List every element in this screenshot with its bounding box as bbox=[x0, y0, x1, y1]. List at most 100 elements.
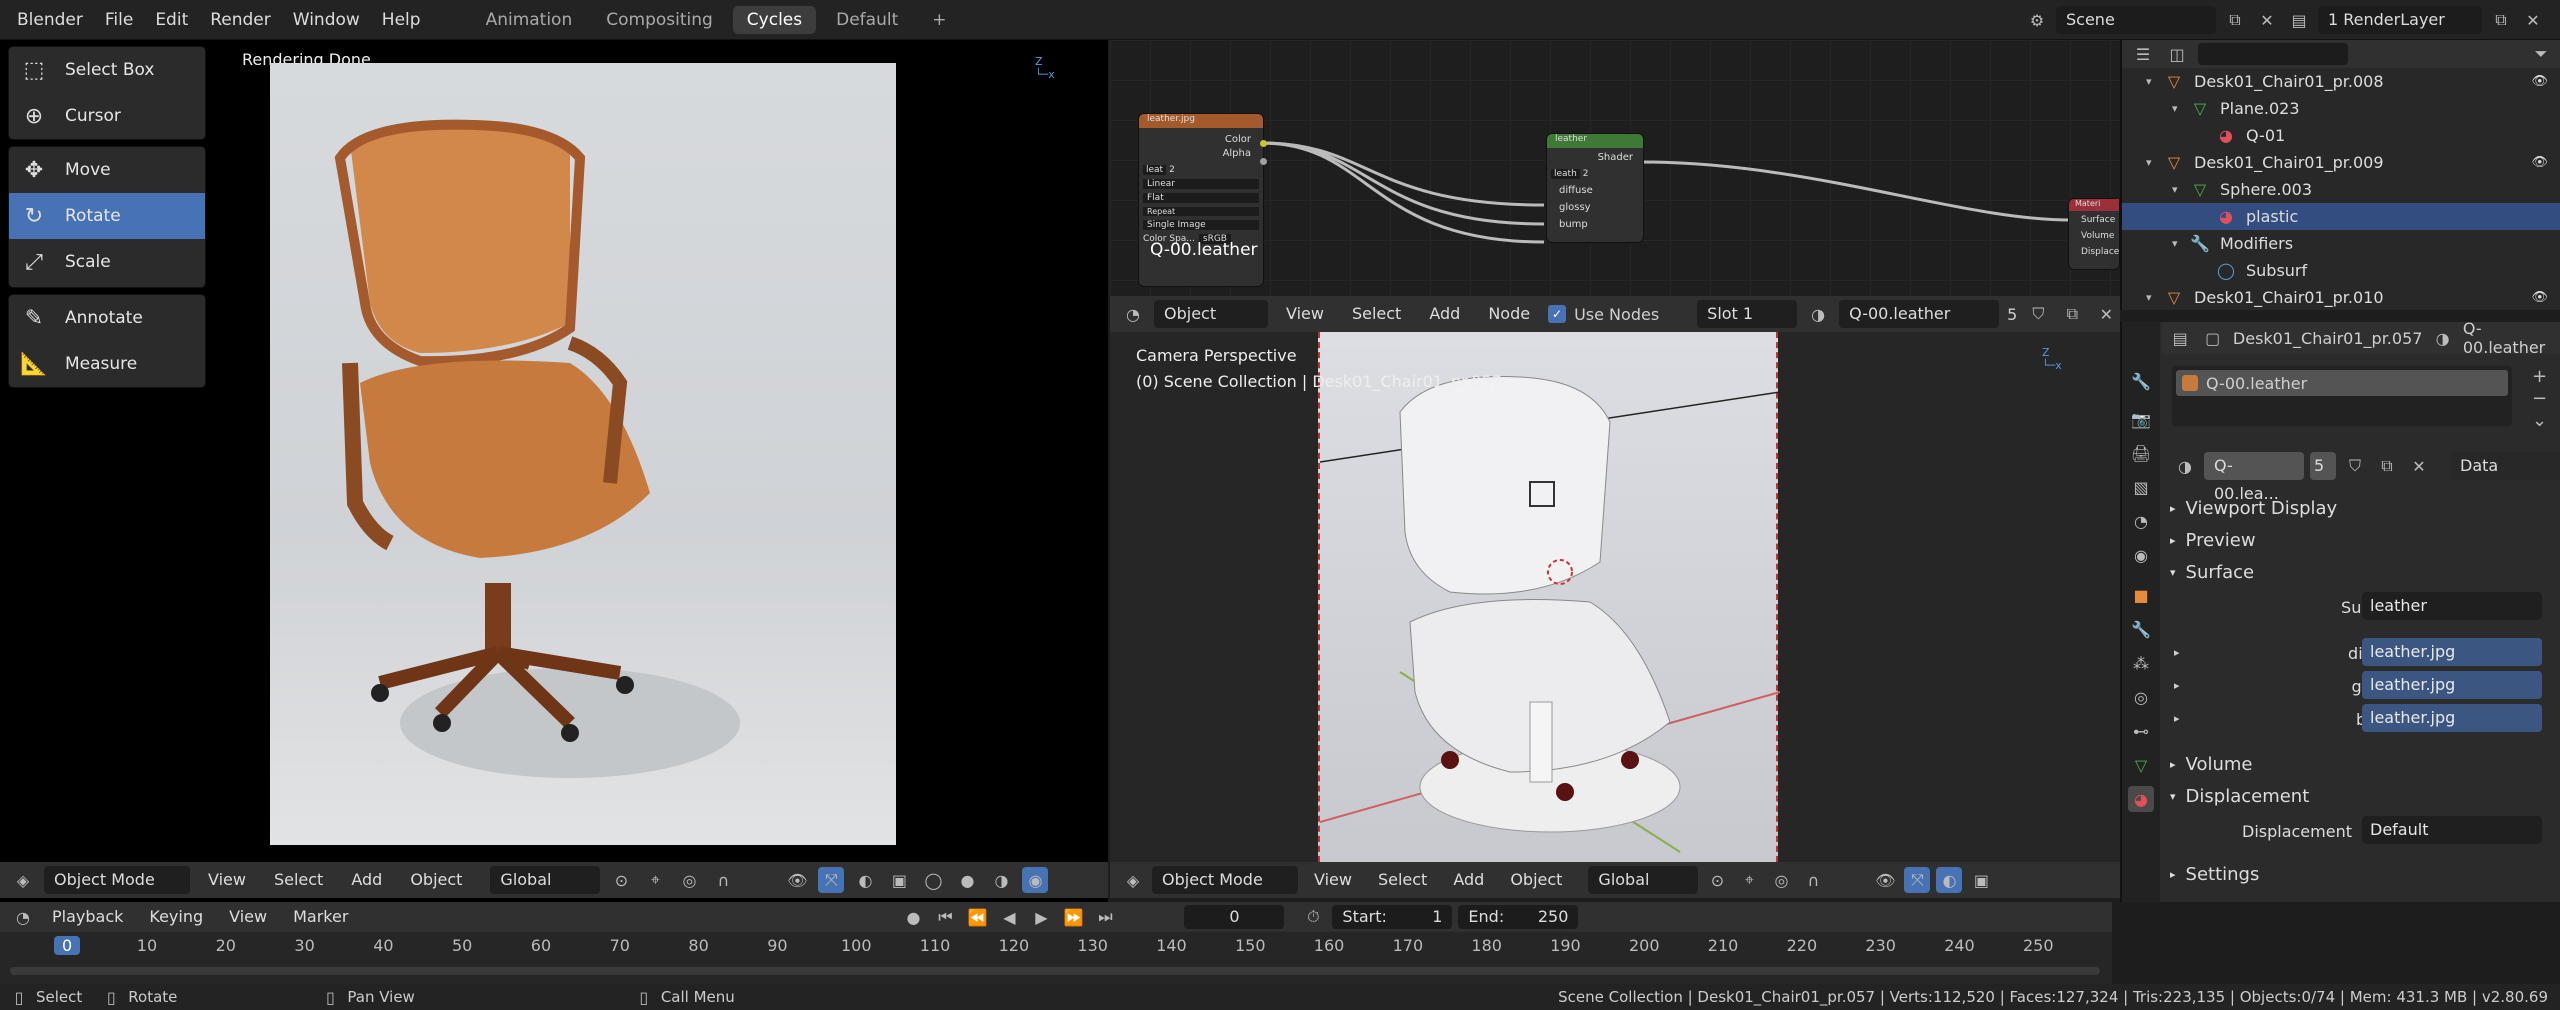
vp-falloff-icon[interactable]: ∩ bbox=[1800, 867, 1826, 893]
vp-visibility-icon[interactable]: 👁 bbox=[1872, 867, 1898, 893]
next-key-icon[interactable]: ⏩ bbox=[1060, 904, 1086, 930]
node-editor-type-icon[interactable]: ◔ bbox=[1120, 301, 1146, 327]
shading-solid-icon[interactable]: ● bbox=[954, 867, 980, 893]
node-menu-node[interactable]: Node bbox=[1478, 300, 1540, 328]
left-mode-dropdown[interactable]: Object Mode bbox=[44, 866, 190, 894]
editor-type-icon[interactable]: ◈ bbox=[10, 867, 36, 893]
vp-xray-icon[interactable]: ▣ bbox=[1968, 867, 1994, 893]
xray-icon[interactable]: ▣ bbox=[886, 867, 912, 893]
play-reverse-icon[interactable]: ◀ bbox=[996, 904, 1022, 930]
visibility-eye-icon[interactable]: 👁 bbox=[2531, 74, 2548, 89]
diffuse-field[interactable]: leather.jpg bbox=[2362, 638, 2542, 666]
image-name-field[interactable]: leat bbox=[1143, 165, 1167, 175]
expand-arrow-icon[interactable]: ▾ bbox=[2146, 156, 2162, 169]
duplicate-material-icon[interactable]: ⧉ bbox=[2059, 301, 2085, 327]
menu-render[interactable]: Render bbox=[199, 10, 282, 30]
remove-slot-button[interactable]: − bbox=[2532, 388, 2547, 410]
alpha-socket[interactable] bbox=[1260, 158, 1267, 165]
tool-scale[interactable]: ⤢ Scale bbox=[9, 239, 205, 285]
visibility-icon[interactable]: 👁 bbox=[784, 867, 810, 893]
outliner-row[interactable]: ◕ Q-01 bbox=[2122, 122, 2560, 149]
copy-scene-icon[interactable]: ⧉ bbox=[2222, 7, 2248, 33]
world-tab-icon[interactable]: ◉ bbox=[2128, 542, 2154, 568]
vp-snap-icon[interactable]: ⌖ bbox=[1736, 867, 1762, 893]
scene-tab-icon[interactable]: ◔ bbox=[2128, 508, 2154, 534]
outliner-row[interactable]: ▾ ▽ Plane.023 bbox=[2122, 95, 2560, 122]
view-layer-tab-icon[interactable]: ▧ bbox=[2128, 474, 2154, 500]
close-layer-icon[interactable]: ✕ bbox=[2520, 7, 2546, 33]
filter-icon[interactable]: ⏷ bbox=[2528, 41, 2554, 67]
renderlayer-field[interactable]: 1 RenderLayer bbox=[2318, 6, 2482, 34]
unlink-material-icon[interactable]: ✕ bbox=[2093, 301, 2119, 327]
expand-arrow-icon[interactable]: ▾ bbox=[2172, 102, 2188, 115]
menu-file[interactable]: File bbox=[94, 10, 144, 30]
material-slot-item[interactable]: Q-00.leather bbox=[2176, 370, 2508, 396]
start-frame-field[interactable]: Start: 1 bbox=[1332, 905, 1453, 929]
visibility-eye-icon[interactable]: 👁 bbox=[2531, 290, 2548, 305]
play-icon[interactable]: ▶ bbox=[1028, 904, 1054, 930]
node-menu-add[interactable]: Add bbox=[1419, 300, 1470, 328]
copy-layer-icon[interactable]: ⧉ bbox=[2488, 7, 2514, 33]
outliner-row[interactable]: ▾ ▽ Desk01_Chair01_pr.008 👁 bbox=[2122, 68, 2560, 95]
proportional-icon[interactable]: ◎ bbox=[676, 867, 702, 893]
displacement-method-dropdown[interactable]: Default bbox=[2362, 816, 2542, 844]
outliner-display-icon[interactable]: ◫ bbox=[2164, 41, 2190, 67]
tab-default[interactable]: Default bbox=[822, 6, 912, 34]
timeline-menu-view[interactable]: View bbox=[219, 903, 277, 931]
close-scene-icon[interactable]: ✕ bbox=[2254, 7, 2280, 33]
material-output-node[interactable]: Materi Surface Volume Displace bbox=[2068, 198, 2120, 270]
timeline-menu-marker[interactable]: Marker bbox=[283, 903, 358, 931]
bump-expand-icon[interactable]: ▸ bbox=[2174, 712, 2180, 725]
left-orientation-dropdown[interactable]: Global bbox=[490, 866, 601, 894]
props-editor-icon[interactable]: ▤ bbox=[2168, 325, 2192, 351]
overlay-icon[interactable]: ◐ bbox=[852, 867, 878, 893]
vp-editor-type-icon[interactable]: ◈ bbox=[1120, 867, 1146, 893]
vp-menu-add[interactable]: Add bbox=[1443, 866, 1494, 894]
add-workspace-button[interactable]: + bbox=[918, 6, 960, 34]
glossy-expand-icon[interactable]: ▸ bbox=[2174, 679, 2180, 692]
render-tab-icon[interactable]: 📷 bbox=[2128, 406, 2154, 432]
props-duplicate-icon[interactable]: ⧉ bbox=[2374, 453, 2400, 479]
shading-material-icon[interactable]: ◑ bbox=[988, 867, 1014, 893]
vp-overlay-icon[interactable]: ◐ bbox=[1936, 867, 1963, 893]
left-menu-add[interactable]: Add bbox=[341, 866, 392, 894]
end-frame-field[interactable]: End: 250 bbox=[1458, 905, 1579, 929]
object-tab-icon[interactable]: ■ bbox=[2128, 582, 2154, 608]
particles-tab-icon[interactable]: ⁂ bbox=[2128, 650, 2154, 676]
timeline-menu-keying[interactable]: Keying bbox=[139, 903, 213, 931]
jump-end-icon[interactable]: ⏭ bbox=[1092, 904, 1118, 930]
props-fake-user-icon[interactable]: ⛉ bbox=[2342, 453, 2368, 479]
diffuse-expand-icon[interactable]: ▸ bbox=[2174, 646, 2180, 659]
axis-gizmo-icon[interactable]: Z └─x bbox=[1035, 55, 1055, 81]
modifier-tab-icon[interactable]: 🔧 bbox=[2128, 616, 2154, 642]
bump-field[interactable]: leather.jpg bbox=[2362, 704, 2542, 732]
add-slot-button[interactable]: + bbox=[2532, 366, 2547, 388]
outliner-row[interactable]: ▾ ▽ Desk01_Chair01_pr.010 👁 bbox=[2122, 284, 2560, 311]
outliner-search-input[interactable] bbox=[2198, 43, 2348, 65]
fake-user-icon[interactable]: ⛉ bbox=[2025, 301, 2051, 327]
tool-rotate[interactable]: ↻ Rotate bbox=[9, 193, 205, 239]
tab-compositing[interactable]: Compositing bbox=[592, 6, 727, 34]
jump-start-icon[interactable]: ⏮ bbox=[932, 904, 958, 930]
vp-menu-object[interactable]: Object bbox=[1500, 866, 1572, 894]
slot-dropdown[interactable]: Slot 1 bbox=[1697, 300, 1798, 328]
expand-arrow-icon[interactable]: ▾ bbox=[2146, 75, 2162, 88]
constraints-tab-icon[interactable]: ⊷ bbox=[2128, 718, 2154, 744]
color-socket[interactable] bbox=[1260, 140, 1267, 147]
outliner-row[interactable]: ▾ ▽ Sphere.003 bbox=[2122, 176, 2560, 203]
image-texture-node[interactable]: leather.jpg Color Alpha leat 2 Linear Fla… bbox=[1138, 113, 1264, 287]
left-menu-select[interactable]: Select bbox=[264, 866, 333, 894]
expand-arrow-icon[interactable]: ▾ bbox=[2146, 291, 2162, 304]
3d-viewport[interactable]: Camera Perspective (0) Scene Collection … bbox=[1110, 332, 2120, 862]
proj-dropdown[interactable]: Flat bbox=[1143, 193, 1259, 203]
pivot-icon[interactable]: ⊙ bbox=[608, 867, 634, 893]
tool-select-box[interactable]: ⬚ Select Box bbox=[9, 47, 205, 93]
vp-orientation-dropdown[interactable]: Global bbox=[1588, 866, 1699, 894]
outliner-row[interactable]: ▾ 🔧 Modifiers bbox=[2122, 230, 2560, 257]
vp-menu-select[interactable]: Select bbox=[1368, 866, 1437, 894]
prev-key-icon[interactable]: ⏪ bbox=[964, 904, 990, 930]
viewport-axis-gizmo-icon[interactable]: Z └─x bbox=[2042, 346, 2062, 372]
shading-rendered-icon[interactable]: ◉ bbox=[1022, 867, 1049, 893]
surface-shader-field[interactable]: leather bbox=[2362, 592, 2542, 620]
material-name-field[interactable]: Q-00.lea... bbox=[2204, 452, 2304, 503]
